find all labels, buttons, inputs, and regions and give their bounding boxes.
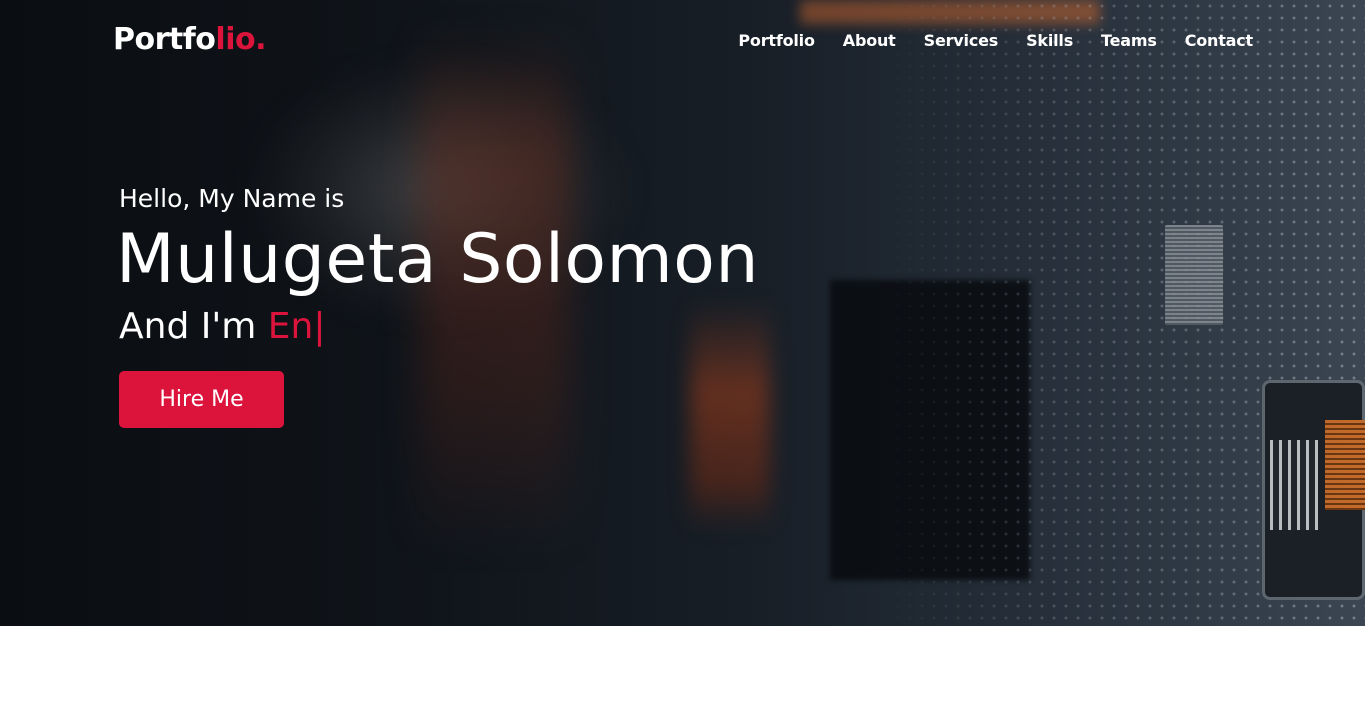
hero-role-prefix: And I'm — [119, 306, 268, 347]
hero-section: Portfolio. Portfolio About Services Skil… — [0, 0, 1365, 626]
next-section — [0, 626, 1365, 707]
logo-main-text: Portfo — [113, 22, 216, 57]
hero-content: Hello, My Name is Mulugeta Solomon And I… — [116, 183, 919, 428]
nav-link-services[interactable]: Services — [924, 31, 999, 50]
nav-link-about[interactable]: About — [843, 31, 896, 50]
hero-name: Mulugeta Solomon — [116, 220, 759, 299]
nav-link-contact[interactable]: Contact — [1185, 31, 1254, 50]
nav-link-teams[interactable]: Teams — [1101, 31, 1157, 50]
hero-role-typed: En — [267, 306, 314, 347]
logo-accent-text: lio. — [215, 22, 266, 57]
typing-cursor: | — [313, 306, 326, 347]
hero-greeting: Hello, My Name is — [119, 184, 345, 213]
nav-link-portfolio[interactable]: Portfolio — [738, 31, 815, 50]
hero-role: And I'm En| — [119, 305, 919, 349]
logo[interactable]: Portfolio. — [113, 22, 266, 57]
hire-me-button[interactable]: Hire Me — [119, 371, 284, 428]
main-nav: Portfolio About Services Skills Teams Co… — [738, 31, 1253, 50]
nav-link-skills[interactable]: Skills — [1026, 31, 1073, 50]
